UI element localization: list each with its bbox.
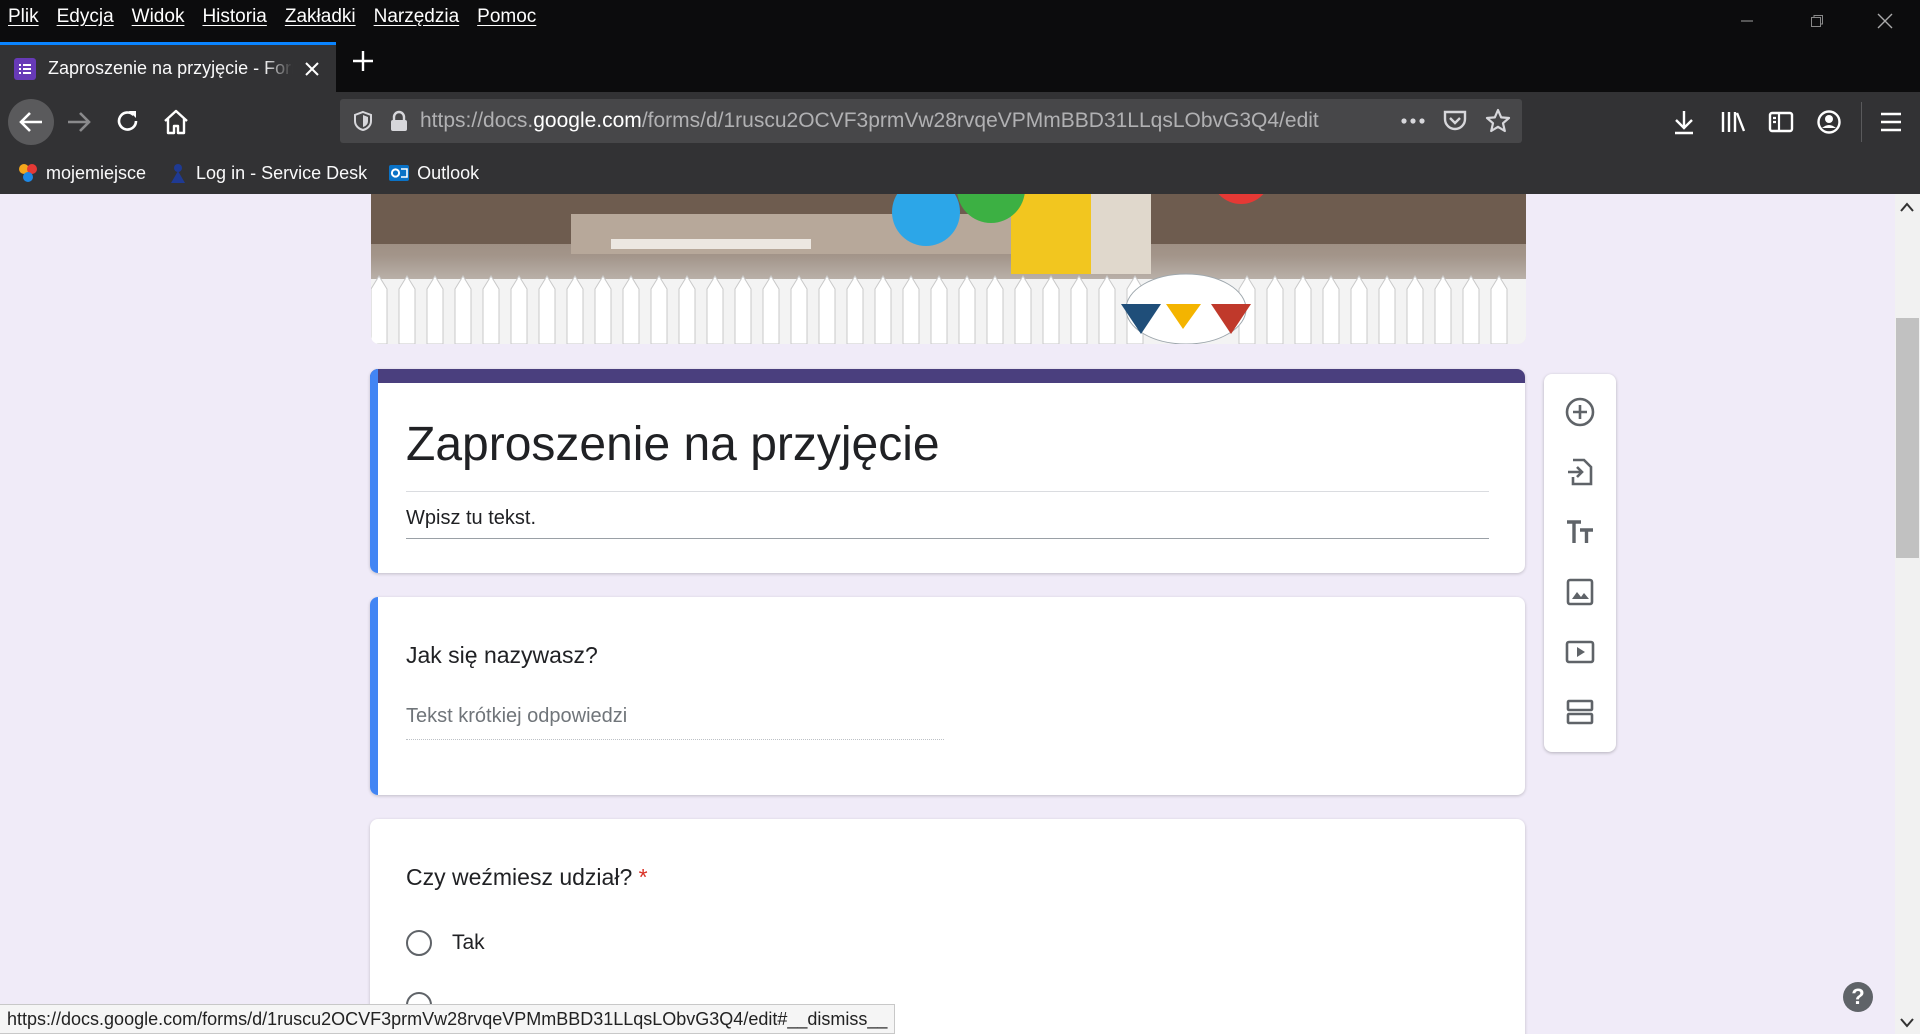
account-icon <box>1817 110 1841 134</box>
account-button[interactable] <box>1808 101 1850 143</box>
mojemiejsce-icon <box>19 164 37 182</box>
menu-narzedzia[interactable]: Narzędzia <box>374 6 460 28</box>
library-icon <box>1721 112 1746 132</box>
add-question-icon[interactable] <box>1562 394 1598 430</box>
new-tab-button[interactable] <box>346 44 380 78</box>
active-card-indicator <box>370 597 378 795</box>
bookmark-outlook[interactable]: Outlook <box>389 163 479 184</box>
bookmark-label: Outlook <box>417 162 480 183</box>
side-toolbar <box>1544 374 1616 752</box>
tab-active[interactable]: Zaproszenie na przyjęcie - Formularze Go… <box>0 42 336 92</box>
title-underline <box>406 491 1489 492</box>
tab-strip: Zaproszenie na przyjęcie - Formularze Go… <box>0 34 1920 92</box>
form-description[interactable]: Wpisz tu tekst. <box>406 507 536 530</box>
scroll-down-arrow-icon[interactable] <box>1899 1016 1915 1034</box>
forward-arrow-icon <box>68 112 91 132</box>
minimize-icon <box>1741 20 1753 22</box>
library-button[interactable] <box>1712 101 1754 143</box>
bookmark-star-icon[interactable] <box>1485 108 1511 140</box>
main-menu-button[interactable] <box>1870 101 1912 143</box>
scrollbar-thumb[interactable] <box>1896 318 1919 558</box>
import-questions-icon[interactable] <box>1562 454 1598 490</box>
add-title-icon[interactable] <box>1562 514 1598 550</box>
downloads-button[interactable] <box>1663 101 1705 143</box>
short-answer-underline <box>406 739 944 740</box>
reload-icon <box>117 111 138 131</box>
close-icon <box>1877 13 1893 29</box>
tab-title: Zaproszenie na przyjęcie - Formularze Go… <box>48 58 293 78</box>
question-title[interactable]: Czy weźmiesz udział? * <box>406 864 648 891</box>
active-card-indicator <box>370 369 378 573</box>
sidebar-button[interactable] <box>1760 101 1802 143</box>
pocket-icon[interactable] <box>1443 109 1467 139</box>
party-banner-illustration <box>371 194 1526 344</box>
question-title-text: Czy weźmiesz udział? <box>406 864 633 890</box>
menu-plik[interactable]: Plik <box>8 6 39 28</box>
status-bar-url: https://docs.google.com/forms/d/1ruscu2O… <box>0 1004 896 1034</box>
menu-widok[interactable]: Widok <box>132 6 185 28</box>
bookmark-label: mojemiejsce <box>46 162 147 183</box>
question-card-attendance[interactable]: Czy weźmiesz udział? * Tak <box>370 819 1525 1034</box>
add-image-icon[interactable] <box>1562 574 1598 610</box>
toolbar-separator <box>1861 102 1862 142</box>
short-answer-placeholder: Tekst krótkiej odpowiedzi <box>406 705 628 727</box>
plus-icon <box>353 51 373 71</box>
lock-icon <box>391 110 407 131</box>
menu-historia[interactable]: Historia <box>202 6 266 28</box>
url-text: https://docs.google.com/forms/d/1ruscu2O… <box>420 109 1319 133</box>
header-banner-image <box>371 194 1526 344</box>
menu-zakladki[interactable]: Zakładki <box>285 6 356 28</box>
restore-icon <box>1811 15 1823 27</box>
required-asterisk: * <box>638 864 648 890</box>
question-card-name[interactable]: Jak się nazywasz? Tekst krótkiej odpowie… <box>370 597 1525 795</box>
forms-page: Zaproszenie na przyjęcie Wpisz tu tekst.… <box>0 194 1920 1034</box>
url-path: /forms/d/1ruscu2OCVF3prmVw28rvqeVPMmBBD3… <box>641 109 1319 132</box>
address-bar[interactable]: https://docs.google.com/forms/d/1ruscu2O… <box>340 99 1522 143</box>
menu-pomoc[interactable]: Pomoc <box>477 6 536 28</box>
outlook-icon <box>389 165 410 181</box>
download-icon <box>1675 111 1693 135</box>
option-label: Tak <box>452 931 485 954</box>
bookmark-label: Log in - Service Desk <box>196 162 368 183</box>
navigation-bar: https://docs.google.com/forms/d/1ruscu2O… <box>0 92 1920 152</box>
hamburger-icon <box>1881 112 1901 132</box>
form-title[interactable]: Zaproszenie na przyjęcie <box>406 417 940 472</box>
help-button[interactable]: ? <box>1843 982 1873 1012</box>
sidebar-icon <box>1768 111 1794 133</box>
forms-icon <box>14 57 36 80</box>
scroll-up-arrow-icon[interactable] <box>1899 200 1915 218</box>
back-button[interactable] <box>8 99 54 145</box>
service-desk-icon <box>171 164 186 183</box>
form-title-card[interactable]: Zaproszenie na przyjęcie Wpisz tu tekst. <box>370 369 1525 573</box>
url-prefix: https://docs. <box>420 109 534 132</box>
page-actions-icon[interactable] <box>1400 109 1426 139</box>
back-arrow-icon <box>19 112 42 132</box>
tracking-protection-icon <box>354 110 372 132</box>
menu-bar: Plik Edycja Widok Historia Zakładki Narz… <box>0 0 1920 34</box>
menu-edycja[interactable]: Edycja <box>57 6 114 28</box>
home-button[interactable] <box>155 101 197 143</box>
reload-button[interactable] <box>107 101 149 143</box>
bookmarks-toolbar: mojemiejsce Log in - Service Desk Outloo… <box>0 152 1920 194</box>
question-title[interactable]: Jak się nazywasz? <box>406 642 598 669</box>
add-video-icon[interactable] <box>1562 634 1598 670</box>
tab-close-icon[interactable] <box>301 58 323 80</box>
url-host: google.com <box>533 109 642 132</box>
bookmark-service-desk[interactable]: Log in - Service Desk <box>168 163 367 184</box>
home-icon <box>164 109 188 135</box>
bookmark-mojemiejsce[interactable]: mojemiejsce <box>18 163 146 184</box>
radio-option-tak[interactable] <box>406 930 432 956</box>
forward-button[interactable] <box>58 101 100 143</box>
add-section-icon[interactable] <box>1562 694 1598 730</box>
description-underline <box>406 538 1489 539</box>
